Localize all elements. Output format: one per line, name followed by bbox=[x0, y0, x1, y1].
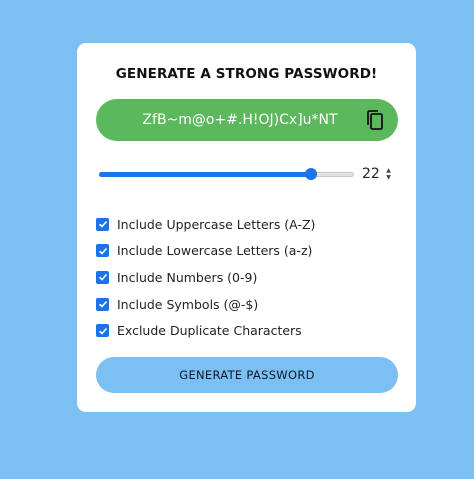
page-title: GENERATE A STRONG PASSWORD! bbox=[115, 66, 378, 82]
length-number-input[interactable]: 22 ▲ ▼ bbox=[362, 164, 400, 184]
checkbox-lowercase[interactable] bbox=[96, 244, 109, 258]
option-label: Include Symbols (@-$) bbox=[117, 296, 259, 312]
length-control: 22 ▲ ▼ bbox=[99, 164, 399, 184]
check-icon bbox=[98, 247, 107, 255]
check-icon bbox=[98, 301, 107, 308]
option-symbols: Include Symbols (@-$) bbox=[96, 291, 315, 318]
password-text: ZfB~m@o+#.H!OJ)Cx]u*NT bbox=[142, 112, 338, 128]
checkbox-numbers[interactable] bbox=[96, 270, 109, 284]
option-label: Exclude Duplicate Characters bbox=[117, 323, 302, 339]
option-label: Include Uppercase Letters (A-Z) bbox=[117, 216, 316, 232]
option-numbers: Include Numbers (0-9) bbox=[96, 264, 315, 291]
length-slider-fill bbox=[99, 172, 311, 177]
generate-password-button[interactable]: GENERATE PASSWORD bbox=[96, 357, 398, 393]
password-display: ZfB~m@o+#.H!OJ)Cx]u*NT bbox=[96, 99, 398, 141]
option-exclude-duplicates: Exclude Duplicate Characters bbox=[96, 317, 315, 344]
copy-icon[interactable] bbox=[362, 107, 388, 133]
spinner-up-icon[interactable]: ▲ bbox=[386, 167, 391, 174]
option-label: Include Numbers (0-9) bbox=[117, 269, 258, 285]
checkbox-exclude-duplicates[interactable] bbox=[96, 324, 109, 338]
options-list: Include Uppercase Letters (A-Z) Include … bbox=[96, 211, 315, 344]
length-spinner[interactable]: ▲ ▼ bbox=[384, 165, 393, 183]
length-value: 22 bbox=[362, 166, 380, 182]
option-lowercase: Include Lowercase Letters (a-z) bbox=[96, 238, 315, 265]
password-generator-card: GENERATE A STRONG PASSWORD! ZfB~m@o+#.H!… bbox=[77, 43, 416, 412]
check-icon bbox=[98, 221, 107, 228]
check-icon bbox=[98, 274, 107, 282]
length-slider-thumb[interactable] bbox=[305, 168, 317, 180]
spinner-down-icon[interactable]: ▼ bbox=[386, 174, 391, 181]
option-label: Include Lowercase Letters (a-z) bbox=[117, 243, 313, 259]
checkbox-uppercase[interactable] bbox=[96, 217, 109, 231]
checkbox-symbols[interactable] bbox=[96, 297, 109, 311]
check-icon bbox=[98, 327, 107, 335]
option-uppercase: Include Uppercase Letters (A-Z) bbox=[96, 211, 315, 238]
